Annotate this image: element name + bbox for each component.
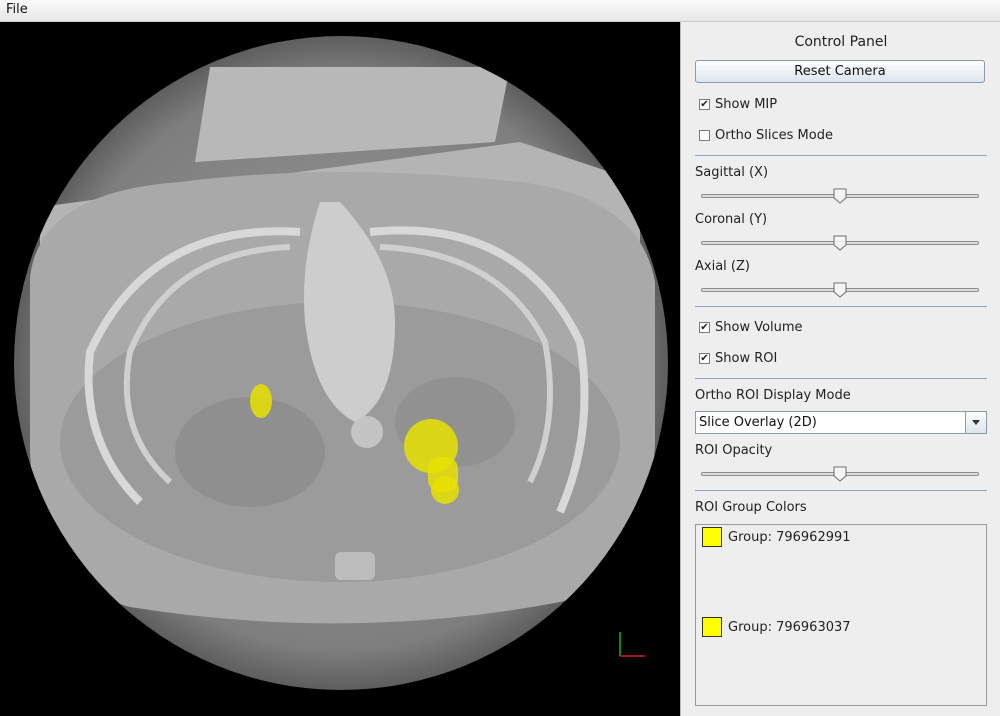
show-roi-checkbox[interactable]: ✔ Show ROI: [699, 350, 777, 366]
show-roi-check-icon[interactable]: ✔: [699, 352, 710, 364]
vertebral-body: [351, 416, 383, 448]
separator: [695, 378, 987, 379]
slider-thumb[interactable]: [833, 188, 847, 204]
group-label: Group: 796962991: [728, 529, 851, 545]
show-volume-checkbox[interactable]: ✔ Show Volume: [699, 319, 803, 335]
roi-opacity-slider[interactable]: [701, 466, 979, 482]
slider-thumb[interactable]: [833, 466, 847, 482]
show-volume-check-icon[interactable]: ✔: [699, 321, 710, 333]
group-label: Group: 796963037: [728, 619, 851, 635]
menu-bar: File: [0, 0, 1000, 22]
dropdown-arrow-button[interactable]: [965, 412, 986, 433]
organ-left: [175, 397, 325, 507]
ortho-roi-mode-value: Slice Overlay (2D): [699, 415, 817, 430]
slider-thumb[interactable]: [833, 235, 847, 251]
roi-opacity-label: ROI Opacity: [695, 443, 773, 458]
lower-bone: [335, 552, 375, 580]
render-viewport[interactable]: [0, 22, 680, 716]
show-mip-checkbox[interactable]: ✔ Show MIP: [699, 96, 777, 112]
chevron-down-icon: [972, 420, 980, 425]
coronal-label: Coronal (Y): [695, 212, 768, 227]
separator: [695, 490, 987, 491]
panel-title: Control Panel: [794, 34, 888, 50]
sagittal-slider[interactable]: [701, 188, 979, 204]
slider-thumb[interactable]: [833, 282, 847, 298]
list-item: Group: 796962991: [702, 527, 851, 547]
reset-camera-button[interactable]: Reset Camera: [695, 60, 985, 83]
sagittal-label: Sagittal (X): [695, 165, 769, 180]
group-color-swatch[interactable]: [702, 527, 722, 547]
show-mip-check-icon[interactable]: ✔: [699, 98, 710, 110]
file-menu[interactable]: File: [6, 2, 28, 17]
axial-label: Axial (Z): [695, 259, 750, 274]
coronal-slider[interactable]: [701, 235, 979, 251]
ct-volume-render: [14, 36, 668, 690]
ortho-slices-check-icon[interactable]: [699, 129, 710, 141]
axial-slider[interactable]: [701, 282, 979, 298]
ortho-slices-checkbox[interactable]: Ortho Slices Mode: [699, 127, 833, 143]
separator: [695, 306, 987, 307]
roi-group-colors-list: Group: 796962991 Group: 796963037: [695, 524, 987, 706]
roi-group-colors-label: ROI Group Colors: [695, 500, 807, 515]
control-panel: Control Panel Reset Camera ✔ Show MIP Or…: [680, 22, 1000, 716]
separator: [695, 155, 987, 156]
group-color-swatch[interactable]: [702, 617, 722, 637]
roi-region-2-lobe: [431, 476, 459, 504]
roi-region-1: [250, 384, 272, 418]
ortho-roi-mode-select[interactable]: Slice Overlay (2D): [695, 411, 987, 434]
list-item: Group: 796963037: [702, 617, 851, 637]
ortho-roi-mode-label: Ortho ROI Display Mode: [695, 388, 851, 403]
